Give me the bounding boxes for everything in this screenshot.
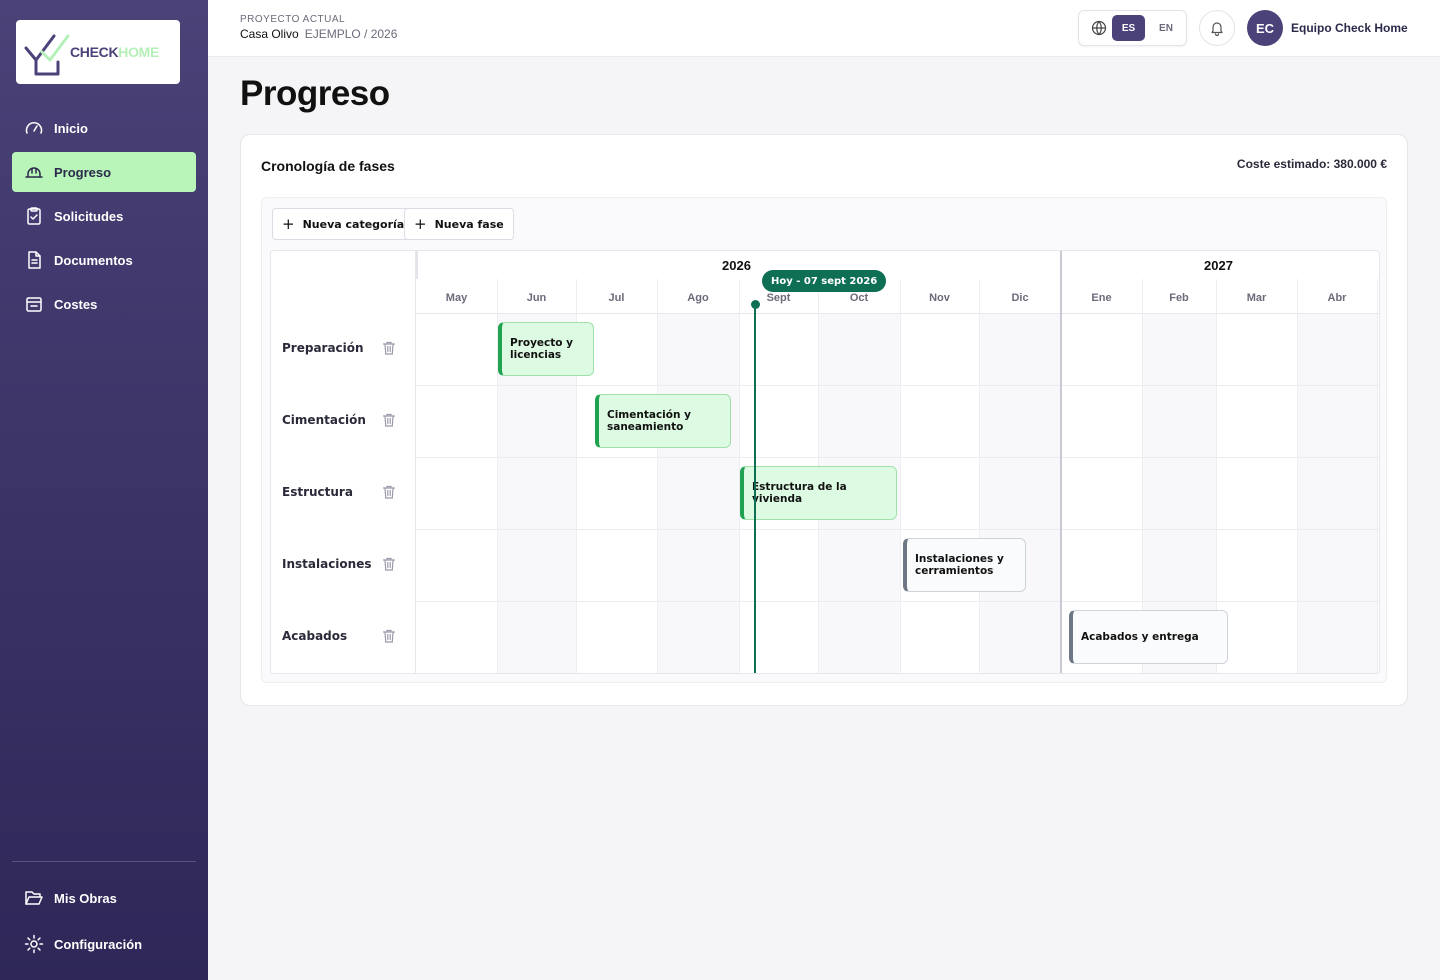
sidebar-item-costes[interactable]: Costes <box>12 284 196 324</box>
globe-icon <box>1091 20 1107 36</box>
month-label: Nov <box>929 292 950 304</box>
row-divider <box>271 457 1379 458</box>
estimated-cost: Coste estimado: 380.000 € <box>1236 157 1387 171</box>
year-separator <box>1060 251 1062 673</box>
today-dot <box>750 300 760 309</box>
phase-bar[interactable]: Instalaciones y cerramientos <box>903 538 1026 592</box>
sidebar-divider <box>12 861 196 862</box>
month-label: Mar <box>1246 292 1267 304</box>
sidebar-item-configuracion[interactable]: Configuración <box>12 924 196 964</box>
phases-card: Cronología de fases Coste estimado: 380.… <box>240 134 1408 706</box>
clipboard-check-icon <box>27 207 41 225</box>
grid-line <box>657 279 658 673</box>
sidebar-item-label: Costes <box>54 296 98 312</box>
phase-bar[interactable]: Acabados y entrega <box>1069 610 1228 664</box>
house-check-logo-icon <box>24 34 70 76</box>
receipt-icon <box>26 297 42 312</box>
project-selector[interactable]: Casa Olivo EJEMPLO / 2026 <box>240 27 397 41</box>
gauge-icon <box>25 122 43 134</box>
grid-line <box>1377 279 1378 673</box>
row-divider <box>271 529 1379 530</box>
today-badge: Hoy - 07 sept 2026 <box>762 270 887 292</box>
category-label: Acabados <box>282 629 348 643</box>
trash-icon[interactable] <box>381 412 397 428</box>
year-separator <box>416 251 418 279</box>
project-sub: EJEMPLO / 2026 <box>304 27 398 41</box>
month-column <box>979 313 1061 673</box>
hardhat-icon <box>25 167 43 178</box>
sidebar: CHECKHOME Inicio Progreso Solicitudes Do… <box>0 0 208 980</box>
grid-line <box>979 279 980 673</box>
category-label: Instalaciones <box>282 557 372 571</box>
sidebar-item-mis-obras[interactable]: Mis Obras <box>12 878 196 918</box>
document-icon <box>28 251 41 269</box>
avatar[interactable]: EC <box>1247 10 1283 46</box>
page-title: Progreso <box>240 74 390 113</box>
new-phase-button[interactable]: + Nueva fase <box>404 208 514 240</box>
plus-icon: + <box>282 214 295 233</box>
card-title: Cronología de fases <box>261 158 395 174</box>
phase-bar[interactable]: Cimentación y saneamiento <box>595 394 731 448</box>
sidebar-item-label: Configuración <box>54 936 143 952</box>
header-divider <box>271 313 1379 314</box>
trash-icon[interactable] <box>381 340 397 356</box>
row-divider <box>271 385 1379 386</box>
year-label: 2027 <box>1204 258 1233 273</box>
month-label: Feb <box>1169 292 1189 304</box>
trash-icon[interactable] <box>381 628 397 644</box>
project-name: Casa Olivo <box>240 27 299 41</box>
user-name[interactable]: Equipo Check Home <box>1291 21 1408 35</box>
sidebar-item-documentos[interactable]: Documentos <box>12 240 196 280</box>
sidebar-item-label: Progreso <box>54 164 112 180</box>
logo[interactable]: CHECKHOME <box>16 20 180 84</box>
sidebar-item-progreso[interactable]: Progreso <box>12 152 196 192</box>
sidebar-item-inicio[interactable]: Inicio <box>12 108 196 148</box>
grid-line <box>900 279 901 673</box>
year-label: 2026 <box>722 258 751 273</box>
grid-line <box>1297 279 1298 673</box>
folder-open-icon <box>25 891 43 905</box>
today-line <box>754 305 756 673</box>
phase-bar[interactable]: Proyecto y licencias <box>498 322 594 376</box>
sidebar-item-label: Inicio <box>54 120 88 136</box>
month-label: Jun <box>526 292 547 304</box>
new-category-label: Nueva categoría <box>302 217 405 231</box>
month-column <box>657 313 739 673</box>
category-label: Cimentación <box>282 413 366 427</box>
sidebar-item-label: Solicitudes <box>54 208 124 224</box>
new-category-button[interactable]: + Nueva categoría <box>272 208 415 240</box>
category-column: Preparación Cimentación Estructura Instalac… <box>271 251 416 673</box>
trash-icon[interactable] <box>381 556 397 572</box>
lang-en-button[interactable]: EN <box>1151 15 1181 41</box>
month-label: Ene <box>1091 292 1112 304</box>
gantt-chart: 2026 2027 May Jun Jul Ago Sept Oct Nov Dic Ene Feb M… <box>270 250 1380 674</box>
category-label: Estructura <box>282 485 353 499</box>
month-label: Dic <box>1011 292 1029 304</box>
sidebar-item-label: Documentos <box>54 252 133 268</box>
month-label: Jul <box>608 292 625 304</box>
timeline-panel: + Nueva categoría + Nueva fase 2026 2027 M… <box>261 197 1387 683</box>
month-label: Oct <box>849 292 869 304</box>
notifications-button[interactable] <box>1199 10 1235 46</box>
logo-text: CHECKHOME <box>70 44 160 60</box>
bell-icon <box>1211 22 1223 36</box>
month-column <box>1297 313 1377 673</box>
row-divider <box>271 601 1379 602</box>
category-label: Preparación <box>282 341 364 355</box>
project-label: PROYECTO ACTUAL <box>240 14 346 25</box>
plus-icon: + <box>414 214 427 233</box>
month-label: Ago <box>687 292 709 304</box>
language-switcher: ES EN <box>1078 10 1187 46</box>
month-label: Abr <box>1327 292 1347 304</box>
lang-es-button[interactable]: ES <box>1112 15 1145 41</box>
phase-bar[interactable]: Estructura de la vivienda <box>740 466 897 520</box>
gear-icon <box>24 934 44 954</box>
month-label: May <box>445 292 468 304</box>
sidebar-item-label: Mis Obras <box>54 890 117 906</box>
sidebar-item-solicitudes[interactable]: Solicitudes <box>12 196 196 236</box>
new-phase-label: Nueva fase <box>434 217 504 231</box>
trash-icon[interactable] <box>381 484 397 500</box>
top-bar: PROYECTO ACTUAL Casa Olivo EJEMPLO / 2026… <box>208 0 1440 57</box>
